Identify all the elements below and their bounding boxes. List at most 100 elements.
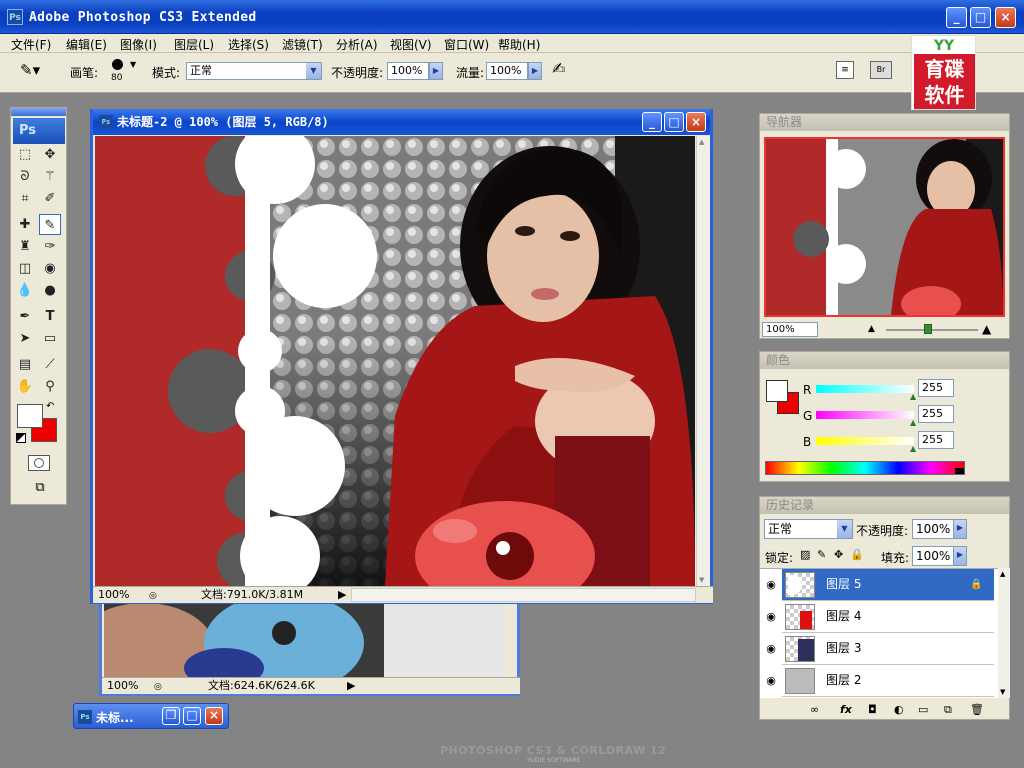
brush-picker[interactable]: 80 ▼ [110, 57, 136, 87]
layer-opacity-input[interactable]: 100% [912, 519, 954, 539]
menu-window[interactable]: 窗口(W) [444, 36, 489, 53]
paint-bucket-icon[interactable]: ◉ [39, 258, 61, 279]
minimize-icon[interactable]: _ [946, 7, 967, 28]
lock-all-icon[interactable]: 🔒 [850, 548, 864, 561]
color-foreground-swatch[interactable] [766, 380, 788, 402]
quick-mask-icon[interactable] [28, 455, 50, 471]
brush-tool-icon[interactable]: ✎ [39, 214, 61, 235]
history-brush-icon[interactable]: ✑ [39, 236, 61, 257]
menu-help[interactable]: 帮助(H) [498, 36, 540, 53]
spectrum-black-swatch[interactable] [955, 468, 964, 474]
foreground-color-swatch[interactable] [17, 404, 43, 428]
zoom-slider-thumb[interactable] [924, 324, 932, 334]
visibility-eye-icon[interactable]: ◉ [764, 665, 778, 697]
back-canvas[interactable] [104, 603, 503, 678]
trash-icon[interactable]: 🗑 [970, 703, 984, 716]
document-window-back[interactable]: 100% ◎ 文档:624.6K/624.6K ▶ [99, 600, 520, 696]
channel-g-slider[interactable] [816, 411, 914, 419]
menu-edit[interactable]: 编辑(E) [66, 36, 107, 53]
layers-scrollbar[interactable]: ▲ ▼ [998, 568, 1010, 698]
scroll-up-icon[interactable]: ▲ [1000, 570, 1005, 578]
lock-position-icon[interactable]: ✥ [834, 548, 843, 561]
horizontal-scrollbar[interactable] [351, 588, 696, 602]
navigator-zoom-input[interactable]: 100% [762, 322, 818, 337]
fill-arrow-icon[interactable]: ▶ [953, 546, 967, 566]
doc-close-icon[interactable]: × [686, 112, 706, 132]
new-group-icon[interactable]: ▭ [918, 703, 928, 716]
layer-mask-icon[interactable]: ◘ [868, 703, 877, 716]
adjustment-layer-icon[interactable]: ◐ [894, 703, 904, 716]
main-zoom[interactable]: 100% [98, 587, 129, 603]
layer-row-5[interactable]: 图层 5 🔒 [782, 569, 994, 601]
menu-filter[interactable]: 滤镜(T) [282, 36, 323, 53]
menu-image[interactable]: 图像(I) [120, 36, 157, 53]
back-zoom[interactable]: 100% [107, 678, 138, 694]
toolbox-ps-logo[interactable]: Ps [13, 118, 65, 144]
navigator-zoom-slider[interactable] [886, 324, 978, 334]
channel-b-input[interactable]: 255 [918, 431, 954, 449]
channel-r-slider[interactable] [816, 385, 914, 393]
link-layers-icon[interactable]: ∞ [810, 703, 819, 716]
layer-row-3[interactable]: 图层 3 [782, 633, 994, 665]
flow-input[interactable]: 100% [486, 62, 528, 80]
opacity-slider-arrow-icon[interactable]: ▶ [429, 62, 443, 80]
eyedropper-icon[interactable]: ⟋ [39, 354, 61, 375]
layer-opacity-arrow-icon[interactable]: ▶ [953, 519, 967, 539]
menu-select[interactable]: 选择(S) [228, 36, 269, 53]
menu-analysis[interactable]: 分析(A) [336, 36, 378, 53]
status-arrow-icon[interactable]: ▶ [338, 587, 346, 603]
minimized-document[interactable]: Ps 未标... ❐ □ × [73, 703, 229, 729]
slider-thumb-icon[interactable]: ▲ [910, 418, 916, 427]
status-arrow-icon[interactable]: ▶ [347, 678, 355, 694]
default-colors-icon[interactable] [16, 433, 26, 443]
close-icon[interactable]: × [205, 707, 223, 725]
clone-stamp-icon[interactable]: ♜ [14, 236, 36, 257]
blur-tool-icon[interactable]: 💧 [14, 280, 36, 301]
swap-colors-icon[interactable]: ↶ [46, 401, 54, 412]
mode-select[interactable]: 正常 ▼ [186, 62, 322, 80]
bridge-icon[interactable]: Br [870, 61, 892, 79]
history-tab[interactable]: 历史记录 [760, 497, 1009, 514]
new-layer-icon[interactable]: ⧉ [944, 703, 952, 717]
visibility-eye-icon[interactable]: ◉ [764, 601, 778, 633]
scroll-up-icon[interactable]: ▲ [699, 138, 704, 146]
slice-tool-icon[interactable]: ✐ [39, 188, 61, 209]
navigator-preview[interactable] [764, 137, 1005, 317]
maximize-icon[interactable]: □ [970, 7, 991, 28]
dodge-tool-icon[interactable]: ● [39, 280, 61, 301]
channel-r-input[interactable]: 255 [918, 379, 954, 397]
opacity-input[interactable]: 100% [387, 62, 429, 80]
hand-tool-icon[interactable]: ✋ [14, 376, 36, 397]
doc-minimize-icon[interactable]: _ [642, 112, 662, 132]
document-title-bar[interactable]: Ps 未标题-2 @ 100% (图层 5, RGB/8) [93, 109, 710, 135]
scroll-down-icon[interactable]: ▼ [1000, 688, 1005, 696]
notes-tool-icon[interactable]: ▤ [14, 354, 36, 375]
menu-view[interactable]: 视图(V) [390, 36, 432, 53]
path-selection-icon[interactable]: ➤ [14, 328, 36, 349]
palette-well-icon[interactable]: ≡ [836, 61, 854, 79]
blend-mode-select[interactable]: 正常 ▼ [764, 519, 853, 539]
lasso-tool-icon[interactable]: ᘐ [14, 166, 36, 187]
channel-b-slider[interactable] [816, 437, 914, 445]
restore-icon[interactable]: ❐ [162, 707, 180, 725]
layer-style-icon[interactable]: fx [840, 703, 852, 716]
menu-layer[interactable]: 图层(L) [174, 36, 214, 53]
pen-tool-icon[interactable]: ✒ [14, 306, 36, 327]
eraser-tool-icon[interactable]: ◫ [14, 258, 36, 279]
healing-brush-icon[interactable]: ✚ [14, 214, 36, 235]
move-tool-icon[interactable]: ✥ [39, 144, 61, 165]
close-icon[interactable]: × [995, 7, 1016, 28]
app-title-bar[interactable]: Ps Adobe Photoshop CS3 Extended _ □ × [0, 0, 1024, 34]
maximize-icon[interactable]: □ [183, 707, 201, 725]
toolbox-header[interactable] [11, 108, 66, 116]
flow-slider-arrow-icon[interactable]: ▶ [528, 62, 542, 80]
visibility-eye-icon[interactable]: ◉ [764, 569, 778, 601]
fill-input[interactable]: 100% [912, 546, 954, 566]
vertical-scrollbar[interactable]: ▲ ▼ [696, 136, 710, 586]
channel-g-input[interactable]: 255 [918, 405, 954, 423]
color-spectrum-bar[interactable] [765, 461, 965, 475]
zoom-out-icon[interactable]: ▲ [868, 324, 875, 334]
status-menu-icon[interactable]: ◎ [149, 588, 157, 604]
type-tool-icon[interactable]: T [39, 306, 61, 327]
status-menu-icon[interactable]: ◎ [154, 679, 162, 695]
